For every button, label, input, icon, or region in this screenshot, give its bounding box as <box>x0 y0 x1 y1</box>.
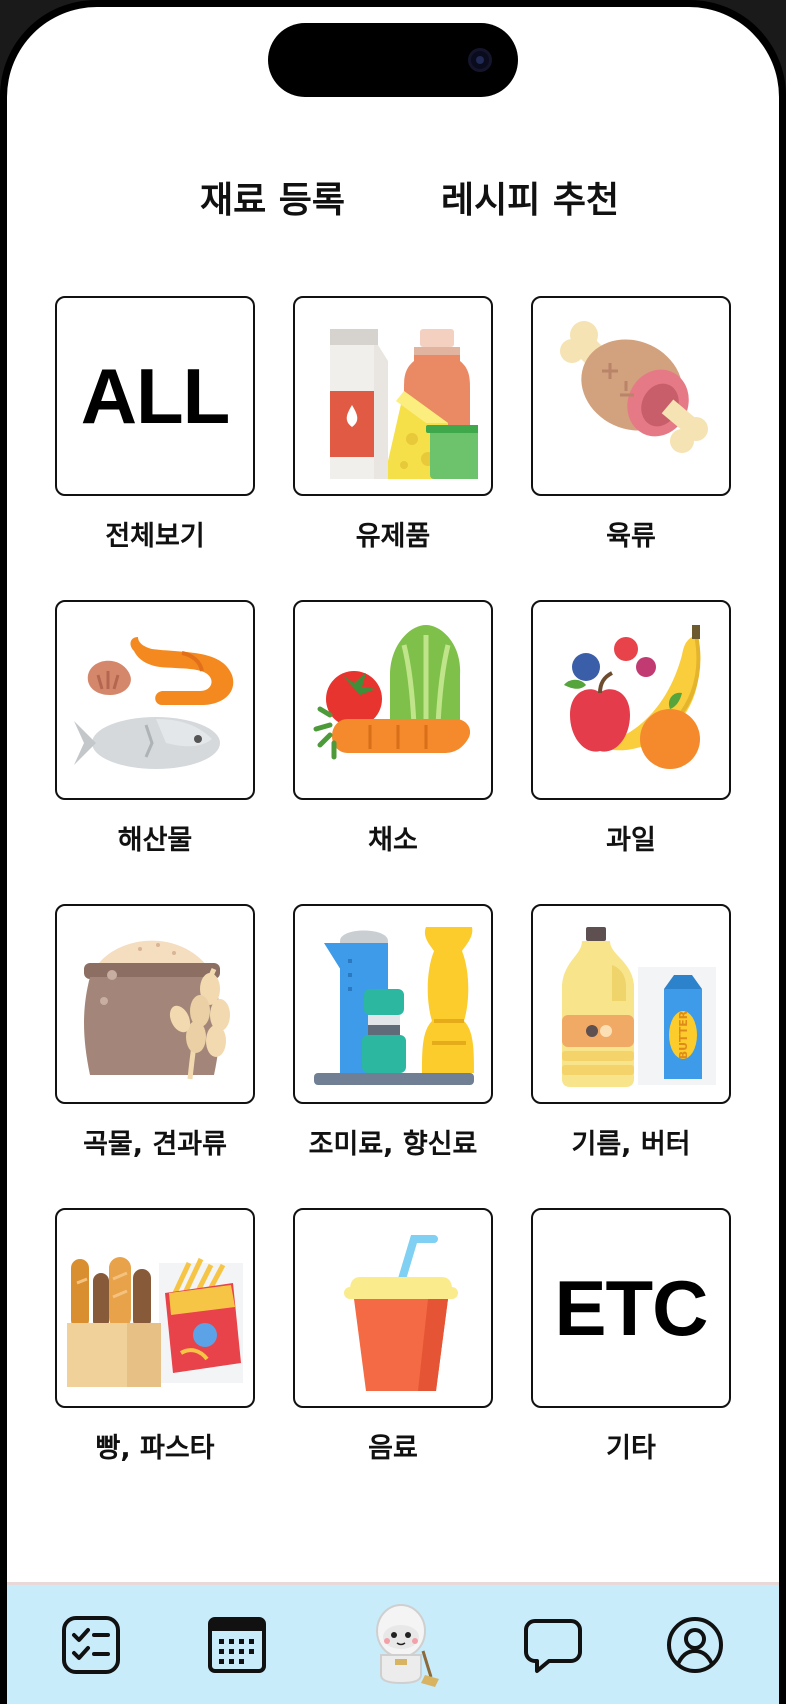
grain-icon <box>84 940 230 1080</box>
category-label: 전체보기 <box>105 521 205 552</box>
dynamic-island <box>268 23 518 97</box>
category-tile[interactable] <box>55 1208 255 1408</box>
category-bread-pasta[interactable]: 빵, 파스타 <box>55 1208 255 1465</box>
category-tile[interactable] <box>293 904 493 1104</box>
category-fruit[interactable]: 과일 <box>531 600 731 857</box>
top-tab-bar: 재료 등록 레시피 추천 <box>7 171 779 221</box>
category-grain[interactable]: 곡물, 견과류 <box>55 904 255 1161</box>
category-label: 음료 <box>368 1433 418 1464</box>
nav-chat[interactable] <box>521 1613 585 1677</box>
category-dairy[interactable]: 유제품 <box>293 296 493 553</box>
category-seasoning[interactable]: 조미료, 향신료 <box>293 904 493 1161</box>
oil-butter-icon: BUTTER <box>562 927 716 1087</box>
bottom-nav-bar <box>7 1582 779 1704</box>
meat-icon <box>560 321 708 453</box>
category-meat[interactable]: 육류 <box>531 296 731 553</box>
nav-profile[interactable] <box>663 1613 727 1677</box>
seafood-icon <box>74 637 234 769</box>
chat-bubble-icon <box>524 1619 582 1673</box>
category-label: 기타 <box>606 1433 656 1464</box>
nav-mascot[interactable] <box>363 1603 447 1687</box>
category-tile[interactable] <box>293 296 493 496</box>
fruit-icon <box>564 625 701 769</box>
category-tile[interactable] <box>531 600 731 800</box>
nav-calendar[interactable] <box>205 1613 269 1677</box>
category-label: 곡물, 견과류 <box>83 1129 227 1160</box>
category-all[interactable]: ALL 전체보기 <box>55 296 255 553</box>
calendar-icon <box>208 1617 266 1673</box>
category-tile[interactable]: ETC <box>531 1208 731 1408</box>
category-label: 기름, 버터 <box>571 1129 691 1160</box>
phone-frame: 재료 등록 레시피 추천 ALL 전체보기 유제품 육류 해산물 채소 과일 곡… <box>0 0 786 1704</box>
tab-ingredient-register[interactable]: 재료 등록 <box>200 171 345 223</box>
app-screen: 재료 등록 레시피 추천 ALL 전체보기 유제품 육류 해산물 채소 과일 곡… <box>7 7 779 1704</box>
category-label: 채소 <box>368 825 418 856</box>
category-tile[interactable] <box>55 600 255 800</box>
category-label: 해산물 <box>117 825 193 856</box>
svg-text:BUTTER: BUTTER <box>677 1010 690 1059</box>
category-oil-butter[interactable]: BUTTER 기름, 버터 <box>531 904 731 1161</box>
category-tile[interactable] <box>531 296 731 496</box>
all-text-icon: ALL <box>80 351 231 440</box>
category-tile[interactable] <box>293 1208 493 1408</box>
category-tile[interactable]: ALL <box>55 296 255 496</box>
category-label: 과일 <box>606 825 656 856</box>
dairy-icon <box>330 329 478 479</box>
category-label: 육류 <box>606 521 656 552</box>
vegetable-icon <box>313 625 471 760</box>
drink-icon <box>344 1235 458 1391</box>
camera-icon <box>468 48 492 72</box>
category-label: 조미료, 향신료 <box>308 1129 478 1160</box>
tab-recipe-recommend[interactable]: 레시피 추천 <box>441 171 619 223</box>
etc-text-icon: ETC <box>554 1263 709 1352</box>
category-tile[interactable]: BUTTER <box>531 904 731 1104</box>
profile-icon <box>667 1617 723 1673</box>
checklist-icon <box>62 1616 120 1674</box>
seasoning-icon <box>314 927 474 1085</box>
category-label: 유제품 <box>355 521 431 552</box>
category-seafood[interactable]: 해산물 <box>55 600 255 857</box>
bread-pasta-icon <box>67 1257 243 1387</box>
category-vegetable[interactable]: 채소 <box>293 600 493 857</box>
category-tile[interactable] <box>55 904 255 1104</box>
nav-checklist[interactable] <box>59 1613 123 1677</box>
robot-mascot-icon <box>376 1604 439 1687</box>
category-etc[interactable]: ETC 기타 <box>531 1208 731 1465</box>
category-tile[interactable] <box>293 600 493 800</box>
category-drink[interactable]: 음료 <box>293 1208 493 1465</box>
category-label: 빵, 파스타 <box>95 1433 215 1464</box>
